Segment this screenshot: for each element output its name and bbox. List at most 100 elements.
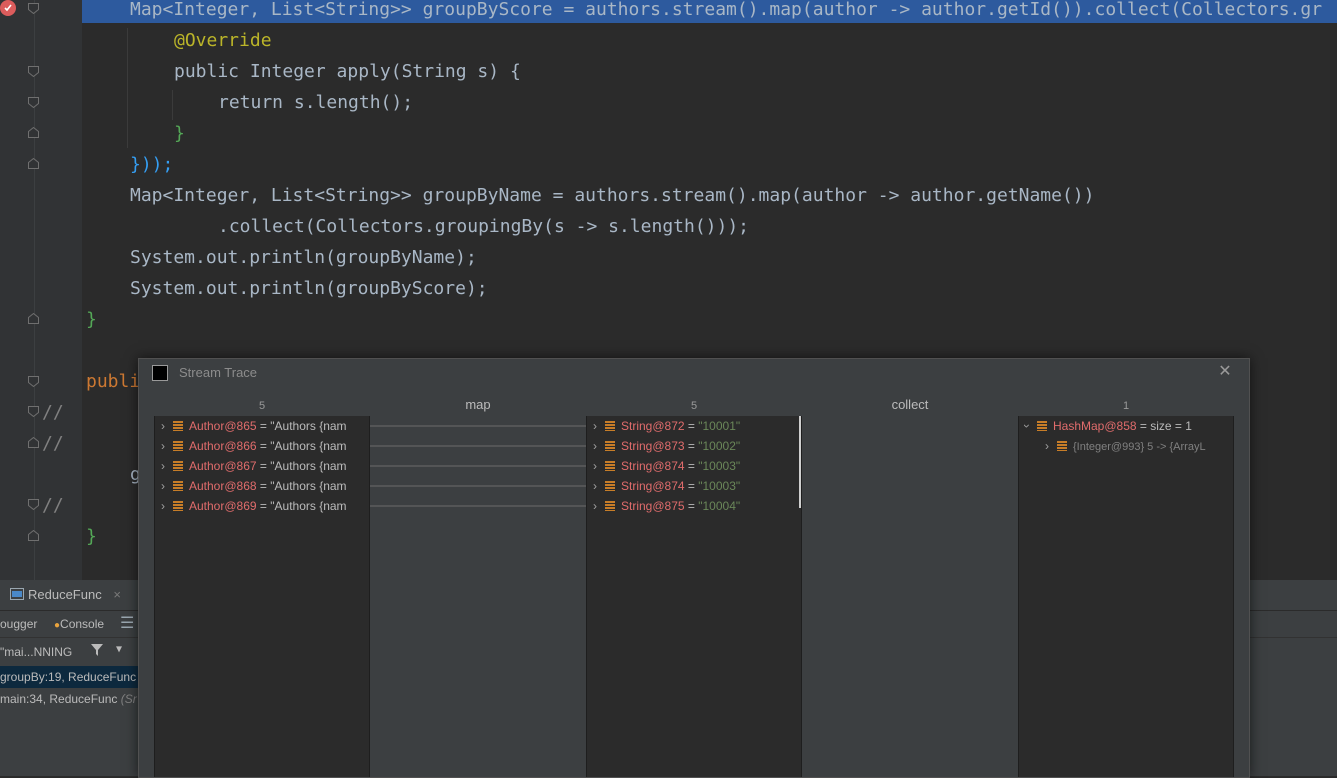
fold-icon[interactable]	[28, 313, 39, 324]
layout-icon[interactable]: ☰	[120, 611, 134, 637]
close-icon[interactable]: ×	[113, 587, 121, 602]
list-item[interactable]: › String@873 = "10002"	[587, 436, 740, 456]
list-item[interactable]: › String@874 = "10003"	[587, 456, 740, 476]
object-name: Author@868	[189, 479, 257, 493]
object-value: "10002"	[698, 439, 741, 453]
field-icon	[173, 421, 183, 431]
dialog-titlebar[interactable]: Stream Trace ✕	[139, 359, 1249, 387]
chevron-right-icon[interactable]: ›	[155, 496, 171, 516]
code-line-13: //	[42, 402, 64, 423]
column-header-map: map	[465, 397, 491, 412]
object-value: "Authors {nam	[270, 439, 347, 453]
object-value: "10004"	[698, 499, 741, 513]
intellij-icon	[152, 365, 168, 381]
editor-gutter[interactable]	[0, 0, 82, 580]
chevron-right-icon[interactable]: ›	[1039, 436, 1055, 456]
fold-icon[interactable]	[28, 158, 39, 169]
chevron-right-icon[interactable]: ›	[155, 416, 171, 436]
breakpoint-icon[interactable]	[0, 0, 16, 16]
frame-item[interactable]: groupBy:19, ReduceFunc	[0, 666, 140, 688]
tab-debugger[interactable]: ougger	[0, 611, 37, 637]
object-value: "Authors {nam	[270, 419, 347, 433]
collect-connector-area	[802, 416, 1018, 777]
tab-console[interactable]: ●Console	[54, 611, 104, 637]
code-line-16: //	[42, 495, 64, 516]
field-icon	[173, 501, 183, 511]
object-name: String@874	[621, 459, 685, 473]
gutter-divider	[34, 0, 35, 580]
chevron-down-icon[interactable]: ›	[1019, 418, 1037, 434]
list-item[interactable]: › Author@866 = "Authors {nam	[155, 436, 347, 456]
fold-icon[interactable]	[28, 376, 39, 387]
list-item[interactable]: › String@875 = "10004"	[587, 496, 740, 516]
fold-icon[interactable]	[28, 499, 39, 510]
chevron-right-icon[interactable]: ›	[155, 476, 171, 496]
object-name: Author@865	[189, 419, 257, 433]
fold-icon[interactable]	[28, 127, 39, 138]
code-line-7: Map<Integer, List<String>> groupByName =…	[130, 185, 1095, 206]
object-value: "10003"	[698, 479, 741, 493]
field-icon	[173, 481, 183, 491]
chevron-right-icon[interactable]: ›	[155, 456, 171, 476]
frame-suffix: (Sr	[120, 692, 137, 706]
chevron-right-icon[interactable]: ›	[587, 476, 603, 496]
field-icon	[173, 461, 183, 471]
object-name: Author@867	[189, 459, 257, 473]
run-config-icon	[10, 588, 24, 600]
mapping-lines	[370, 425, 586, 507]
tab-label: ReduceFunc	[28, 587, 102, 602]
object-name: String@873	[621, 439, 685, 453]
object-value: "10001"	[698, 419, 741, 433]
object-name: Author@866	[189, 439, 257, 453]
list-item[interactable]: › Author@865 = "Authors {nam	[155, 416, 347, 436]
object-name: String@872	[621, 419, 685, 433]
chevron-right-icon[interactable]: ›	[587, 436, 603, 456]
column-count: 5	[690, 400, 698, 412]
scrollbar[interactable]	[799, 416, 801, 508]
tab-reducefunc[interactable]: ReduceFunc ×	[10, 580, 121, 610]
list-item[interactable]: › String@874 = "10003"	[587, 476, 740, 496]
fold-icon[interactable]	[28, 530, 39, 541]
field-icon	[605, 441, 615, 451]
object-name: String@874	[621, 479, 685, 493]
column-count: 5	[258, 400, 266, 412]
chevron-down-icon[interactable]: ▼	[116, 644, 122, 655]
field-icon	[605, 461, 615, 471]
list-item[interactable]: › Author@867 = "Authors {nam	[155, 456, 347, 476]
code-line-2: @Override	[174, 30, 272, 51]
list-item[interactable]: › Author@868 = "Authors {nam	[155, 476, 347, 496]
object-value: size = 1	[1150, 419, 1192, 433]
frame-item[interactable]: main:34, ReduceFunc (Sr	[0, 688, 137, 710]
fold-icon[interactable]	[28, 66, 39, 77]
object-value: "10003"	[698, 459, 741, 473]
code-line-11: }	[86, 309, 97, 330]
object-value: "Authors {nam	[270, 459, 347, 473]
list-item[interactable]: › String@872 = "10001"	[587, 416, 740, 436]
fold-icon[interactable]	[28, 437, 39, 448]
object-value: "Authors {nam	[270, 499, 347, 513]
list-item[interactable]: › Author@869 = "Authors {nam	[155, 496, 347, 516]
object-name: String@875	[621, 499, 685, 513]
console-label: Console	[60, 617, 105, 631]
code-line-17: }	[86, 526, 97, 547]
fold-icon[interactable]	[28, 3, 39, 14]
chevron-right-icon[interactable]: ›	[587, 456, 603, 476]
fold-icon[interactable]	[28, 97, 39, 108]
column-header-result: 1	[1018, 397, 1234, 412]
chevron-right-icon[interactable]: ›	[587, 496, 603, 516]
chevron-right-icon[interactable]: ›	[155, 436, 171, 456]
fold-icon[interactable]	[28, 406, 39, 417]
column-header-authors: 5	[154, 397, 370, 412]
object-value: {Integer@993} 5 -> {ArrayL	[1073, 441, 1206, 453]
filter-icon[interactable]	[90, 643, 104, 661]
code-line-4: return s.length();	[218, 92, 414, 113]
list-item[interactable]: › HashMap@858 = size = 1	[1019, 416, 1192, 436]
field-icon	[605, 501, 615, 511]
code-line-8: .collect(Collectors.groupingBy(s -> s.le…	[218, 216, 750, 237]
list-item[interactable]: › {Integer@993} 5 -> {ArrayL	[1039, 436, 1206, 456]
close-icon[interactable]: ✕	[1217, 364, 1233, 380]
thread-select[interactable]: "mai...NNING	[0, 641, 72, 663]
code-line-3: public Integer apply(String s) {	[174, 61, 521, 82]
chevron-right-icon[interactable]: ›	[587, 416, 603, 436]
field-icon	[1057, 441, 1067, 451]
